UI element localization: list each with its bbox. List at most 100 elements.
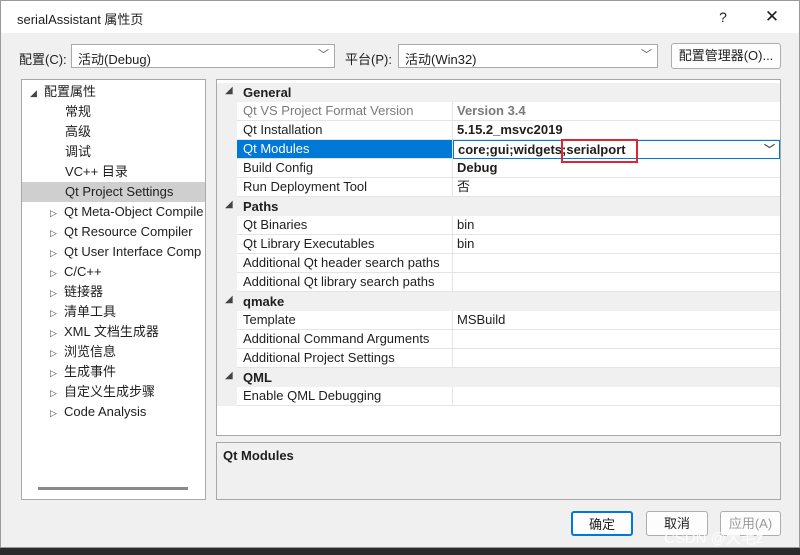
property-value[interactable] <box>453 330 780 348</box>
expand-triangle-icon[interactable]: ▷ <box>50 223 64 243</box>
property-value[interactable]: MSBuild <box>453 311 780 329</box>
platform-select[interactable]: 活动(Win32) ﹀ <box>398 44 658 68</box>
tree-item[interactable]: 高级 <box>22 122 205 142</box>
property-row[interactable]: Additional Command Arguments <box>217 330 780 349</box>
property-row[interactable]: Build Config Debug <box>217 159 780 178</box>
chevron-down-icon: ﹀ <box>641 49 652 61</box>
property-name: Additional Qt library search paths <box>237 273 453 291</box>
tree-item[interactable]: ▷ 清单工具 <box>50 302 205 323</box>
tree-item[interactable]: Qt Project Settings <box>22 182 205 202</box>
expand-triangle-icon[interactable]: ▷ <box>50 303 64 323</box>
row-margin <box>217 273 237 292</box>
config-select[interactable]: 活动(Debug) ﹀ <box>71 44 335 68</box>
tree-item-label: VC++ 目录 <box>65 164 128 179</box>
property-value-text: 否 <box>457 179 471 194</box>
tree-item-label: Qt User Interface Comp <box>64 244 202 259</box>
tree-item[interactable]: ▷ Code Analysis <box>50 402 205 423</box>
category-header[interactable]: ◢ QML <box>217 368 780 387</box>
tree-item[interactable]: 常规 <box>22 102 205 122</box>
watermark-text: CSDN @大毛z <box>664 530 764 547</box>
property-name: Additional Project Settings <box>237 349 453 367</box>
property-value-text: bin <box>457 217 475 232</box>
property-value[interactable]: 否 <box>453 178 780 196</box>
property-name: Additional Qt header search paths <box>237 254 453 272</box>
property-row[interactable]: Qt Modules core;gui;widgets;serialport ﹀ <box>217 140 780 159</box>
expand-triangle-icon[interactable]: ▷ <box>50 363 64 383</box>
category-name: qmake <box>243 294 285 309</box>
property-name: Run Deployment Tool <box>237 178 453 196</box>
tree-item-label: C/C++ <box>64 264 102 279</box>
tree-item-label: 常规 <box>65 104 92 119</box>
property-value[interactable] <box>453 254 780 272</box>
expand-triangle-icon[interactable]: ▷ <box>50 243 64 263</box>
expand-triangle-icon[interactable]: ▷ <box>50 383 64 403</box>
tree-item[interactable]: ▷ 链接器 <box>50 282 205 303</box>
property-value[interactable]: bin <box>453 216 780 234</box>
config-manager-button[interactable]: 配置管理器(O)... <box>671 43 781 69</box>
property-value[interactable] <box>453 349 780 367</box>
collapse-triangle-icon[interactable]: ◢ <box>30 83 44 103</box>
row-margin <box>217 102 237 121</box>
tree-item[interactable]: ▷ Qt User Interface Comp <box>50 242 205 263</box>
row-margin <box>217 311 237 330</box>
tree-item[interactable]: ▷ 浏览信息 <box>50 342 205 363</box>
tree-horizontal-scrollbar[interactable] <box>38 487 188 490</box>
category-header[interactable]: ◢ Paths <box>217 197 780 216</box>
property-row[interactable]: Qt Binaries bin <box>217 216 780 235</box>
tree-item[interactable]: ▷ Qt Resource Compiler <box>50 222 205 243</box>
property-value[interactable] <box>453 273 780 291</box>
tree-item[interactable]: ▷ Qt Meta-Object Compile <box>50 202 205 223</box>
tree-item[interactable]: ▷ 自定义生成步骤 <box>50 382 205 403</box>
category-header[interactable]: ◢ qmake <box>217 292 780 311</box>
property-row[interactable]: Run Deployment Tool 否 <box>217 178 780 197</box>
property-value[interactable]: bin <box>453 235 780 253</box>
row-margin <box>217 387 237 406</box>
property-name: Additional Command Arguments <box>237 330 453 348</box>
tree-item[interactable]: ▷ C/C++ <box>50 262 205 283</box>
expand-triangle-icon[interactable]: ▷ <box>50 283 64 303</box>
tree-item[interactable]: VC++ 目录 <box>22 162 205 182</box>
config-label: 配置(C): <box>19 52 67 67</box>
property-row[interactable]: Qt Installation 5.15.2_msvc2019 <box>217 121 780 140</box>
row-margin <box>217 178 237 197</box>
property-value-text: Version 3.4 <box>457 103 526 118</box>
property-value[interactable]: 5.15.2_msvc2019 <box>453 121 780 139</box>
property-row[interactable]: Qt Library Executables bin <box>217 235 780 254</box>
expand-triangle-icon[interactable]: ▷ <box>50 403 64 423</box>
tree-item-label: 自定义生成步骤 <box>64 384 156 399</box>
tree-item[interactable]: 调试 <box>22 142 205 162</box>
collapse-triangle-icon[interactable]: ◢ <box>225 294 233 305</box>
chevron-down-icon[interactable]: ﹀ <box>764 141 775 158</box>
property-row[interactable]: Template MSBuild <box>217 311 780 330</box>
close-button[interactable]: ✕ <box>757 3 787 31</box>
tree-item-label: Qt Project Settings <box>65 184 174 199</box>
chevron-down-icon: ﹀ <box>318 49 329 61</box>
property-row[interactable]: Enable QML Debugging <box>217 387 780 406</box>
property-name: Qt Binaries <box>237 216 453 234</box>
settings-tree: ◢ 配置属性 常规 高级 调试 VC++ 目录 Qt Project Settings ▷ Q… <box>21 79 206 500</box>
property-row[interactable]: Additional Project Settings <box>217 349 780 368</box>
category-header[interactable]: ◢ General <box>217 83 780 102</box>
collapse-triangle-icon[interactable]: ◢ <box>225 199 233 210</box>
property-value[interactable]: Version 3.4 <box>453 102 780 120</box>
tree-item[interactable]: ▷ XML 文档生成器 <box>50 322 205 343</box>
expand-triangle-icon[interactable]: ▷ <box>50 343 64 363</box>
row-margin <box>217 330 237 349</box>
collapse-triangle-icon[interactable]: ◢ <box>225 85 233 96</box>
tree-item[interactable]: ▷ 生成事件 <box>50 362 205 383</box>
expand-triangle-icon[interactable]: ▷ <box>50 203 64 223</box>
collapse-triangle-icon[interactable]: ◢ <box>225 370 233 381</box>
expand-triangle-icon[interactable]: ▷ <box>50 323 64 343</box>
property-value[interactable] <box>453 387 780 405</box>
ok-button[interactable]: 确定 <box>571 511 633 536</box>
property-row[interactable]: Additional Qt header search paths <box>217 254 780 273</box>
description-panel: Qt Modules <box>216 442 781 500</box>
expand-triangle-icon[interactable]: ▷ <box>50 263 64 283</box>
tree-root-item[interactable]: ◢ 配置属性 <box>30 82 96 102</box>
property-name: Qt Modules <box>237 140 453 158</box>
row-margin <box>217 159 237 178</box>
property-row[interactable]: Qt VS Project Format Version Version 3.4 <box>217 102 780 121</box>
property-row[interactable]: Additional Qt library search paths <box>217 273 780 292</box>
property-name: Qt Installation <box>237 121 453 139</box>
help-button[interactable]: ? <box>708 3 738 31</box>
